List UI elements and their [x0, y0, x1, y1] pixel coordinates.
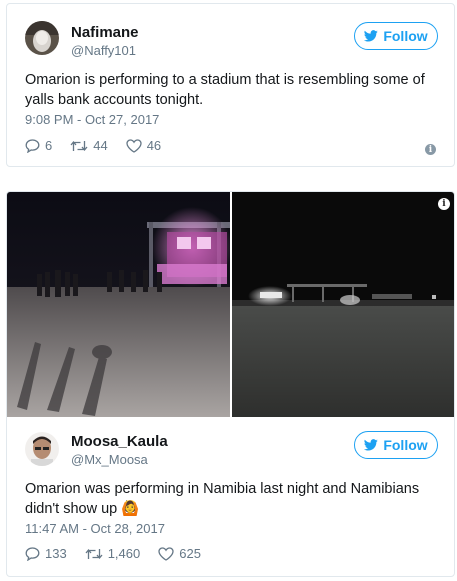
tweet-timestamp[interactable]: 11:47 AM - Oct 28, 2017: [25, 521, 165, 536]
tweet-timestamp[interactable]: 9:08 PM - Oct 27, 2017: [25, 112, 159, 127]
like-action[interactable]: 46: [126, 138, 161, 153]
retweet-count: 1,460: [107, 546, 141, 561]
tweet-actions: 133 1,460 625: [25, 546, 219, 561]
reply-icon: [25, 138, 40, 153]
retweet-icon: [85, 548, 103, 559]
follow-button[interactable]: Follow: [354, 22, 438, 50]
follow-label: Follow: [383, 437, 428, 453]
info-icon[interactable]: i: [425, 144, 436, 155]
like-count: 46: [146, 138, 162, 153]
reply-icon: [25, 546, 40, 561]
reply-count: 6: [45, 138, 53, 153]
retweet-count: 44: [93, 138, 108, 153]
tweet-actions: 6 44 46: [25, 138, 179, 153]
retweet-action[interactable]: 44: [70, 138, 108, 153]
user-handle[interactable]: @Naffy101: [71, 43, 136, 58]
heart-icon: [158, 546, 174, 561]
follow-label: Follow: [383, 28, 428, 44]
emoji: 🙆: [121, 501, 140, 517]
avatar[interactable]: [25, 432, 59, 466]
user-handle[interactable]: @Mx_Moosa: [71, 452, 148, 467]
avatar[interactable]: [25, 21, 59, 55]
like-action[interactable]: 625: [158, 546, 201, 561]
media-info-icon[interactable]: i: [438, 198, 450, 210]
user-name[interactable]: Moosa_Kaula: [71, 433, 168, 450]
tweet-text: Omarion was performing in Namibia last n…: [25, 479, 435, 519]
retweet-icon: [70, 140, 88, 151]
tweet-card: Nafimane @Naffy101 Follow Omarion is per…: [6, 3, 455, 167]
tweet-photo[interactable]: i: [232, 192, 454, 417]
twitter-bird-icon: [364, 439, 379, 451]
reply-action[interactable]: 6: [25, 138, 52, 153]
like-count: 625: [179, 546, 201, 561]
tweet-text-body: Omarion was performing in Namibia last n…: [25, 481, 420, 517]
twitter-bird-icon: [364, 30, 379, 42]
follow-button[interactable]: Follow: [354, 431, 438, 459]
retweet-action[interactable]: 1,460: [85, 546, 141, 561]
reply-action[interactable]: 133: [25, 546, 67, 561]
user-name[interactable]: Nafimane: [71, 24, 139, 41]
tweet-photo[interactable]: [7, 192, 230, 417]
photo-grid: i: [7, 192, 454, 417]
tweet-card: i Moosa_Kaula @Mx_Moosa Follow Omarion w…: [6, 191, 455, 577]
reply-count: 133: [45, 546, 67, 561]
tweet-text: Omarion is performing to a stadium that …: [25, 72, 425, 108]
heart-icon: [126, 138, 142, 153]
